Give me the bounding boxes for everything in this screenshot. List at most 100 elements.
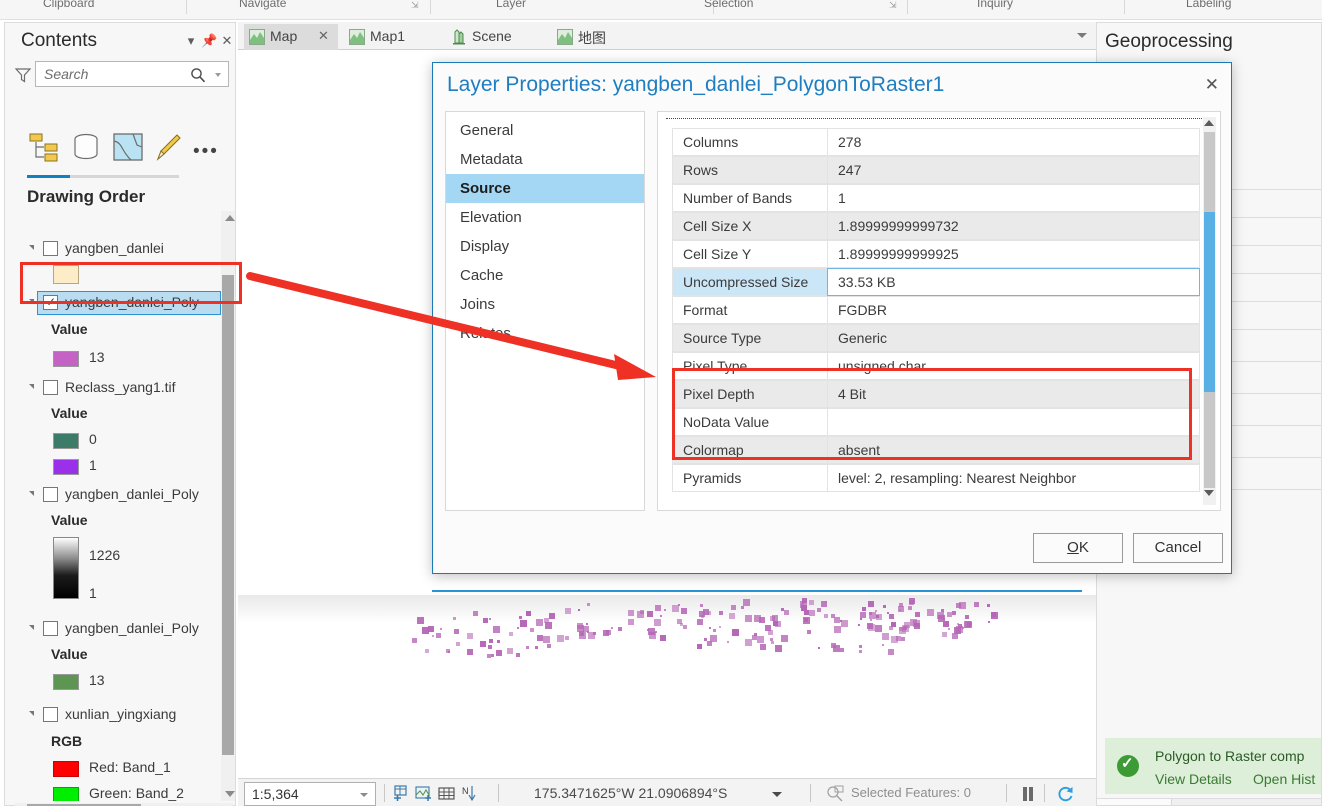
chevron-down-icon[interactable] [1077, 33, 1087, 38]
dialog-tab-elevation[interactable]: Elevation [446, 203, 644, 232]
property-value[interactable]: 33.53 KB [827, 268, 1200, 296]
expand-triangle-icon[interactable] [29, 491, 34, 496]
select-icon [826, 785, 844, 805]
bottom-pane-tabs: Geopro... Catalog Symbol. [1097, 798, 1321, 805]
table-row[interactable]: Pyramids level: 2, resampling: Nearest N… [672, 464, 1200, 492]
legend-value: 0 [89, 431, 97, 447]
notification-message: Polygon to Raster comp [1155, 748, 1305, 764]
dialog-tab-display[interactable]: Display [446, 232, 644, 261]
layer-name: xunlian_yingxiang [65, 706, 177, 722]
table-row[interactable]: Format FGDBR [672, 296, 1200, 324]
search-icon[interactable] [190, 67, 206, 86]
tab-ditu[interactable]: 地图 [552, 24, 632, 50]
table-row[interactable]: Rows 247 [672, 156, 1200, 184]
add-new-map-icon[interactable] [392, 785, 409, 805]
pin-icon[interactable]: 📌 [201, 33, 217, 49]
table-row-selected[interactable]: Uncompressed Size 33.53 KB [672, 268, 1200, 296]
chevron-down-icon[interactable]: ▾ [183, 33, 199, 49]
chevron-down-icon[interactable] [215, 73, 221, 77]
list-by-editing-icon[interactable] [153, 131, 183, 166]
legend-swatch [53, 433, 79, 449]
map-view-icon [557, 29, 573, 48]
dialog-tab-source[interactable]: Source [446, 174, 644, 203]
tab-map1[interactable]: Map1 [344, 24, 424, 50]
pause-drawing-icon[interactable] [1020, 786, 1036, 805]
table-row[interactable]: Columns 278 [672, 128, 1200, 156]
ribbon-group-labeling: Labeling [1186, 0, 1232, 10]
table-row[interactable]: Cell Size Y 1.89999999999925 [672, 240, 1200, 268]
table-row[interactable]: Cell Size X 1.89999999999732 [672, 212, 1200, 240]
search-input[interactable]: Search [35, 61, 229, 87]
chevron-down-icon[interactable] [772, 792, 782, 797]
ribbon-group-layer: Layer [496, 0, 527, 10]
close-icon[interactable]: ✕ [219, 33, 235, 49]
contents-tool-underline-active [27, 175, 70, 178]
annotation-highlight-pixel-props [672, 368, 1192, 460]
property-key: Cell Size Y [672, 240, 827, 268]
dialog-tab-general[interactable]: General [446, 116, 644, 145]
open-history-link[interactable]: Open Hist [1253, 771, 1315, 787]
dialog-vscroll-thumb[interactable] [1204, 212, 1215, 392]
scroll-up-arrow-icon[interactable] [225, 215, 235, 221]
map-view-icon [349, 29, 365, 48]
expand-triangle-icon[interactable] [29, 384, 34, 389]
expand-triangle-icon[interactable] [29, 245, 34, 250]
contents-pane: Contents ▾ 📌 ✕ Search ••• Drawing Order … [4, 22, 236, 806]
map-view-icon [249, 29, 265, 48]
funnel-icon[interactable] [14, 67, 32, 86]
geoprocessing-notification: Polygon to Raster comp View Details Open… [1105, 738, 1321, 794]
cancel-button[interactable]: Cancel [1133, 533, 1223, 563]
map-scale-combobox[interactable]: 1:5,364 [244, 782, 376, 806]
ribbon-group-navigate: Navigate [239, 0, 287, 10]
tab-map[interactable]: Map ✕ [244, 24, 338, 50]
property-key: Columns [672, 128, 827, 156]
legend-color-ramp [53, 537, 79, 599]
property-key: Source Type [672, 324, 827, 352]
list-by-drawing-order-icon[interactable] [27, 131, 61, 166]
layer-visibility-checkbox[interactable] [43, 621, 58, 636]
legend-swatch [53, 674, 79, 690]
dialog-launcher-icon[interactable]: ⇲ [411, 0, 419, 11]
legend-header-label: RGB [51, 733, 83, 749]
layer-visibility-checkbox[interactable] [43, 241, 58, 256]
scroll-down-arrow-icon[interactable] [225, 791, 235, 797]
grid-icon[interactable] [438, 785, 455, 805]
tab-label: Scene [472, 28, 512, 44]
scroll-down-arrow-icon[interactable] [1204, 490, 1214, 496]
layer-name: yangben_danlei_Poly [65, 620, 199, 636]
add-data-icon[interactable] [415, 785, 432, 805]
close-icon[interactable]: ✕ [1205, 75, 1219, 95]
layer-visibility-checkbox[interactable] [43, 380, 58, 395]
chevron-down-icon[interactable] [360, 793, 368, 797]
view-details-link[interactable]: View Details [1155, 771, 1232, 787]
selected-features-status: Selected Features: 0 [851, 785, 971, 800]
geoprocessing-title: Geoprocessing [1105, 31, 1233, 52]
layer-visibility-checkbox[interactable] [43, 707, 58, 722]
svg-text:N: N [462, 786, 469, 796]
dialog-launcher-icon[interactable]: ⇲ [889, 0, 897, 11]
legend-header-label: Value [51, 646, 88, 662]
expand-triangle-icon[interactable] [29, 625, 34, 630]
close-icon[interactable]: ✕ [318, 28, 329, 44]
ribbon-group-strip: Clipboard Navigate ⇲ Layer Selection ⇲ I… [0, 0, 1322, 20]
dialog-tab-metadata[interactable]: Metadata [446, 145, 644, 174]
more-options-icon[interactable]: ••• [193, 141, 219, 163]
table-row[interactable]: Number of Bands 1 [672, 184, 1200, 212]
layer-name: yangben_danlei_Poly [65, 486, 199, 502]
table-row[interactable]: Source Type Generic [672, 324, 1200, 352]
refresh-icon[interactable] [1056, 785, 1074, 806]
property-key: Cell Size X [672, 212, 827, 240]
legend-value: 1 [89, 457, 97, 473]
expand-triangle-icon[interactable] [29, 711, 34, 716]
ok-button[interactable]: OK [1033, 533, 1123, 563]
ribbon-group-clipboard: Clipboard [43, 0, 95, 10]
list-by-data-source-icon[interactable] [69, 131, 103, 166]
layer-visibility-checkbox[interactable] [43, 487, 58, 502]
scroll-up-arrow-icon[interactable] [1204, 120, 1214, 126]
focus-dotted-outline [666, 118, 1204, 119]
contents-search-row: Search [13, 61, 229, 89]
list-by-selection-icon[interactable] [111, 131, 145, 166]
tab-scene[interactable]: Scene [446, 24, 530, 50]
north-arrow-icon[interactable]: N [461, 784, 478, 806]
tab-geoprocessing[interactable]: Geopro... [1097, 799, 1173, 805]
